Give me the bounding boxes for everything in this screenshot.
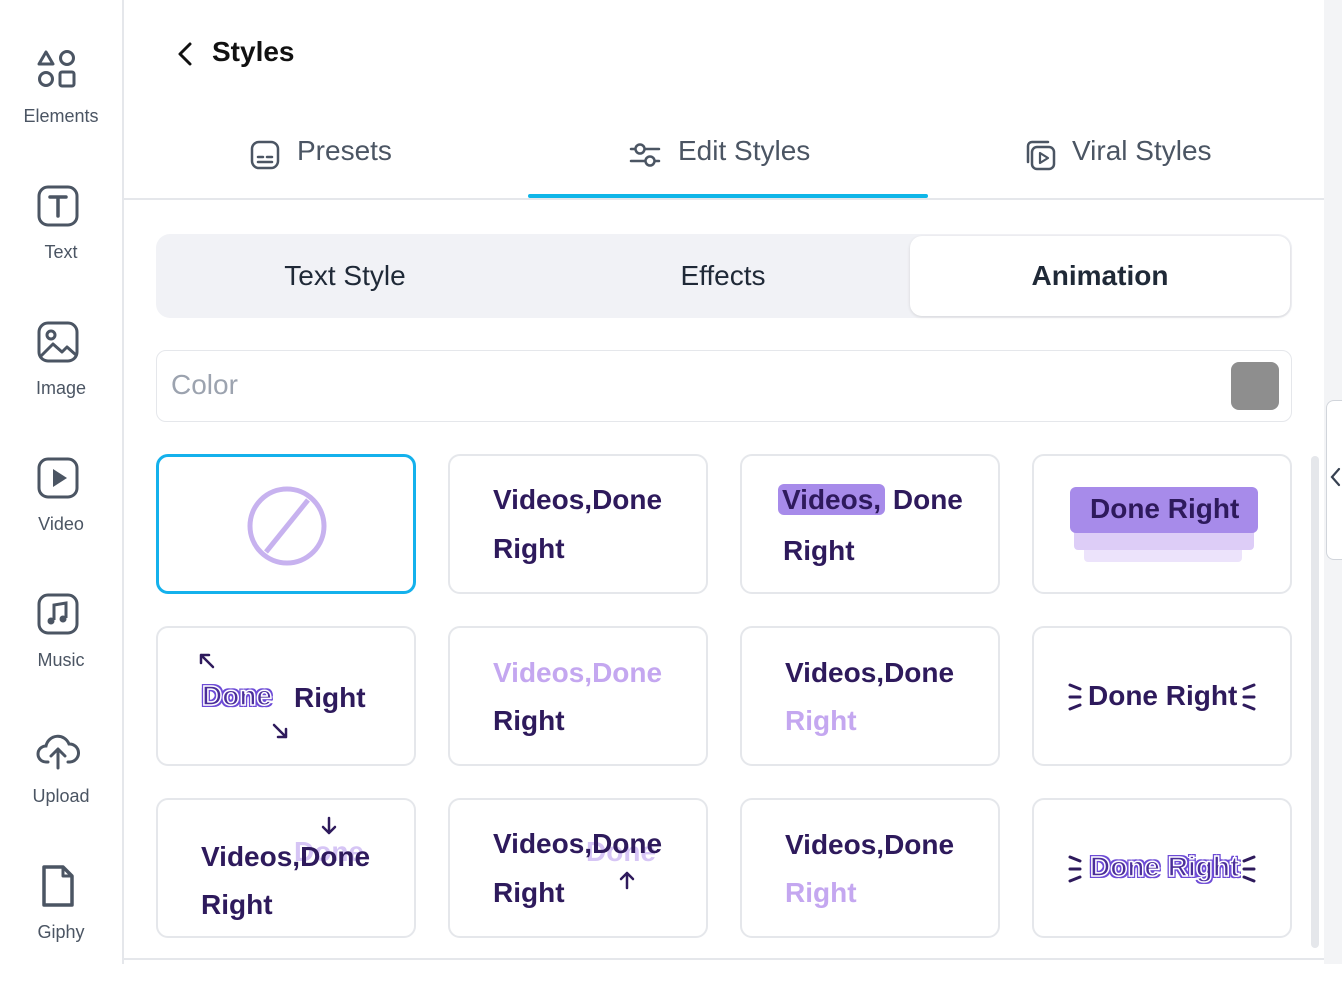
preview-word: Done bbox=[201, 679, 273, 712]
highlight-word: Videos, bbox=[778, 484, 886, 515]
preview-line1: Videos,Done bbox=[493, 484, 663, 515]
chevron-left-icon bbox=[1330, 467, 1341, 487]
preview-line1: Videos,Done bbox=[493, 657, 663, 688]
tab-label: Presets bbox=[297, 135, 392, 166]
preview-line2: Right bbox=[785, 877, 857, 908]
sparkle-left-icon bbox=[1068, 855, 1082, 883]
sidebar-item-label: Upload bbox=[32, 786, 90, 806]
arrow-down-icon bbox=[321, 816, 337, 835]
divider bbox=[124, 958, 1324, 960]
sidebar-item-music[interactable]: Music bbox=[0, 592, 122, 728]
preview-word: Right bbox=[294, 682, 366, 713]
sidebar-item-label: Giphy bbox=[37, 922, 85, 942]
preview-line1: Videos,Done bbox=[785, 657, 955, 688]
arrow-down-right-icon bbox=[272, 723, 288, 739]
preview-text: Done Right bbox=[1090, 493, 1240, 524]
sidebar-item-label: Elements bbox=[23, 106, 99, 126]
image-icon bbox=[37, 321, 79, 363]
sidebar-item-upload[interactable]: Upload bbox=[0, 728, 122, 864]
animation-option-2[interactable]: Videos,Done Right bbox=[448, 454, 708, 594]
preview-text: Done Right bbox=[1089, 850, 1240, 883]
none-icon bbox=[247, 486, 327, 566]
color-field[interactable]: Color bbox=[156, 350, 1292, 422]
sparkle-left-icon bbox=[1068, 683, 1082, 711]
chevron-left-icon[interactable] bbox=[172, 38, 198, 70]
sparkle-right-icon bbox=[1242, 683, 1256, 711]
collapse-panel-handle[interactable] bbox=[1326, 400, 1342, 560]
sidebar-item-text[interactable]: Text bbox=[0, 184, 122, 320]
arrow-up-icon bbox=[619, 871, 635, 890]
animation-option-3[interactable]: Videos, Done Right bbox=[740, 454, 1000, 594]
color-swatch[interactable] bbox=[1231, 362, 1279, 410]
sidebar-item-elements[interactable]: Elements bbox=[0, 48, 122, 184]
preview-word: Done bbox=[892, 484, 963, 515]
preview-line2: Right bbox=[783, 535, 855, 566]
sliders-icon bbox=[629, 143, 661, 167]
preview-line2: Right bbox=[493, 533, 565, 564]
sidebar-item-label: Video bbox=[38, 514, 84, 534]
preview-text: Done Right bbox=[1088, 680, 1238, 711]
animation-option-11[interactable]: Videos,Done Right bbox=[740, 798, 1000, 938]
edit-style-subtabs: Text Style Effects Animation bbox=[156, 234, 1292, 318]
animation-option-6[interactable]: Videos,Done Right bbox=[448, 626, 708, 766]
sidebar-item-label: Music bbox=[37, 650, 85, 670]
preview-line1: Videos,Done bbox=[785, 829, 955, 860]
tab-presets[interactable]: Presets bbox=[224, 108, 444, 198]
animation-option-9[interactable]: Done Videos,Done Right bbox=[156, 798, 416, 938]
subtab-text-style[interactable]: Text Style bbox=[156, 234, 534, 318]
file-icon bbox=[42, 865, 74, 907]
sidebar-item-video[interactable]: Video bbox=[0, 456, 122, 592]
style-tabs: Presets Edit Styles Viral Styles bbox=[124, 108, 1324, 200]
scrollbar[interactable] bbox=[1311, 456, 1319, 948]
arrow-up-left-icon bbox=[199, 653, 215, 669]
cloud-upload-icon bbox=[36, 734, 80, 770]
subtab-effects[interactable]: Effects bbox=[534, 234, 912, 318]
page-title: Styles bbox=[212, 36, 295, 67]
preview-line2: Right bbox=[493, 705, 565, 736]
tab-label: Edit Styles bbox=[678, 135, 811, 166]
video-play-icon bbox=[37, 457, 79, 499]
tab-viral-styles[interactable]: Viral Styles bbox=[1004, 108, 1264, 198]
tab-label: Viral Styles bbox=[1072, 135, 1212, 166]
color-label: Color bbox=[171, 369, 238, 400]
preview-line1: Videos,Done bbox=[201, 841, 371, 872]
sparkle-right-icon bbox=[1242, 855, 1256, 883]
copy-video-icon bbox=[1026, 140, 1056, 171]
text-icon bbox=[37, 185, 79, 227]
preview-line2: Right bbox=[493, 877, 565, 908]
subtab-animation[interactable]: Animation bbox=[910, 236, 1290, 316]
left-sidebar: Elements Text Image Video Music Upload G… bbox=[0, 0, 124, 964]
music-note-icon bbox=[37, 593, 79, 635]
tab-edit-styles[interactable]: Edit Styles bbox=[604, 108, 864, 198]
animation-option-12[interactable]: Done Right bbox=[1032, 798, 1292, 938]
preview-line2: Right bbox=[785, 705, 857, 736]
sidebar-item-image[interactable]: Image bbox=[0, 320, 122, 456]
preview-line2: Right bbox=[201, 889, 273, 920]
preview-line1: Videos,Done bbox=[493, 828, 663, 859]
animation-option-7[interactable]: Videos,Done Right bbox=[740, 626, 1000, 766]
animation-option-5[interactable]: Done Right bbox=[156, 626, 416, 766]
animation-option-8[interactable]: Done Right bbox=[1032, 626, 1292, 766]
sidebar-item-label: Text bbox=[44, 242, 78, 262]
animation-option-4[interactable]: Done Right bbox=[1032, 454, 1292, 594]
sidebar-item-giphy[interactable]: Giphy bbox=[0, 864, 122, 1000]
active-tab-indicator bbox=[528, 194, 928, 198]
preview-line1: Videos, Done bbox=[778, 484, 963, 516]
animation-option-10[interactable]: Done Videos,Done Right bbox=[448, 798, 708, 938]
shapes-icon bbox=[37, 50, 76, 88]
panel-header: Styles bbox=[124, 0, 1342, 108]
animation-none[interactable] bbox=[156, 454, 416, 594]
sidebar-item-label: Image bbox=[35, 378, 87, 398]
subtitles-icon bbox=[250, 140, 280, 170]
